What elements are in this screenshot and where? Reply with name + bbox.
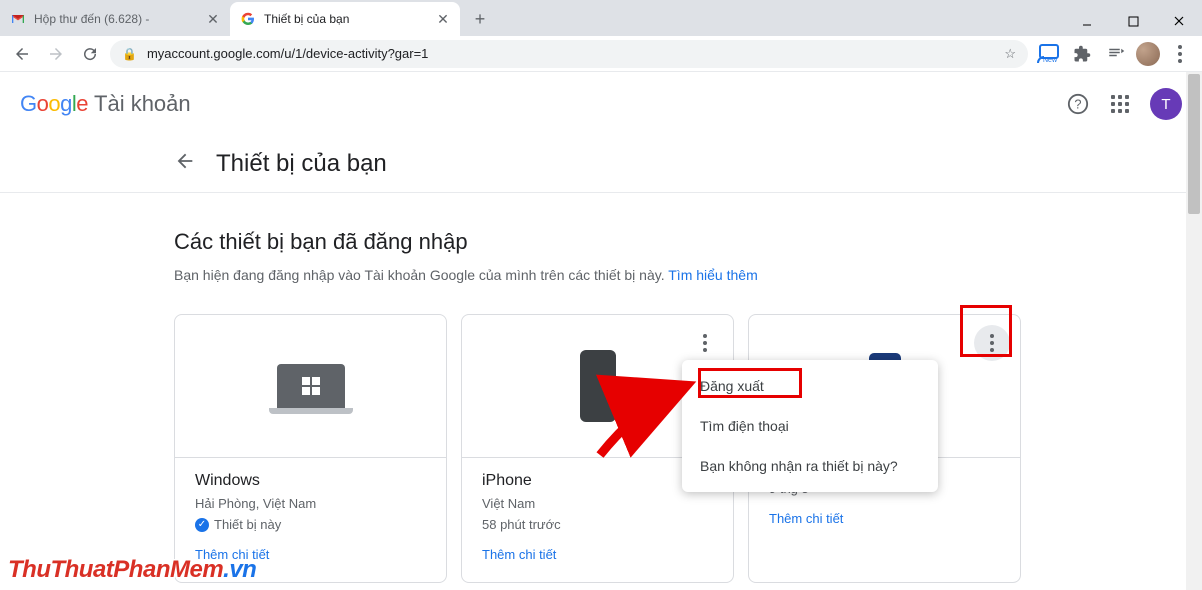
tab-title: Hộp thư đến (6.628) - xyxy=(34,12,198,26)
product-name: Tài khoản xyxy=(94,91,191,117)
google-logo[interactable]: Google xyxy=(20,91,88,117)
device-menu-button[interactable] xyxy=(974,325,1010,361)
new-tab-button[interactable]: + xyxy=(466,5,494,33)
svg-text:?: ? xyxy=(1074,97,1081,112)
menu-item-not-recognize[interactable]: Bạn không nhận ra thiết bị này? xyxy=(682,446,938,486)
page-title-row: Thiết bị của bạn xyxy=(0,136,1202,193)
profile-avatar[interactable] xyxy=(1136,42,1160,66)
address-bar: 🔒 myaccount.google.com/u/1/device-activi… xyxy=(0,36,1202,72)
minimize-button[interactable] xyxy=(1064,6,1110,36)
check-icon: ✓ xyxy=(195,518,209,532)
browser-titlebar: Hộp thư đến (6.628) - ✕ Thiết bị của bạn… xyxy=(0,0,1202,36)
account-avatar[interactable]: T xyxy=(1150,88,1182,120)
device-name: Windows xyxy=(195,472,426,490)
tab-title: Thiết bị của bạn xyxy=(264,12,428,26)
this-device-badge: ✓ Thiết bị này xyxy=(195,516,426,534)
close-icon[interactable]: ✕ xyxy=(206,12,220,26)
device-action-menu: Đăng xuất Tìm điện thoại Bạn không nhận … xyxy=(682,360,938,492)
chrome-menu-icon[interactable] xyxy=(1166,40,1194,68)
page-title: Thiết bị của bạn xyxy=(216,150,387,178)
iphone-icon xyxy=(580,350,616,422)
back-arrow-icon[interactable] xyxy=(174,150,196,178)
url-text: myaccount.google.com/u/1/device-activity… xyxy=(147,46,994,61)
scrollbar-thumb[interactable] xyxy=(1188,74,1200,214)
section-title: Các thiết bị bạn đã đăng nhập xyxy=(174,229,1012,255)
google-g-icon xyxy=(240,11,256,27)
forward-button[interactable] xyxy=(42,40,70,68)
omnibox[interactable]: 🔒 myaccount.google.com/u/1/device-activi… xyxy=(110,40,1028,68)
tab-devices[interactable]: Thiết bị của bạn ✕ xyxy=(230,2,460,36)
ga-header: Google Tài khoản ? T xyxy=(0,72,1202,136)
device-menu-button[interactable] xyxy=(687,325,723,361)
reading-list-icon[interactable] xyxy=(1102,40,1130,68)
device-location: Việt Nam xyxy=(482,495,713,513)
svg-text:New: New xyxy=(1043,57,1058,64)
device-last-active: 58 phút trước xyxy=(482,516,713,534)
maximize-button[interactable] xyxy=(1110,6,1156,36)
learn-more-link[interactable]: Tìm hiểu thêm xyxy=(668,267,757,283)
device-location: Hải Phòng, Việt Nam xyxy=(195,495,426,513)
device-name: iPhone xyxy=(482,472,713,490)
laptop-icon xyxy=(277,364,345,408)
bookmark-star-icon[interactable]: ☆ xyxy=(1004,46,1016,62)
tab-gmail[interactable]: Hộp thư đến (6.628) - ✕ xyxy=(0,2,230,36)
device-illustration xyxy=(175,315,446,457)
window-controls xyxy=(1064,6,1202,36)
watermark: ThuThuatPhanMem.vn ThuThuatPhanMem.vn xyxy=(8,556,256,584)
help-icon[interactable]: ? xyxy=(1066,92,1090,116)
cast-extension-icon[interactable]: New xyxy=(1034,40,1062,68)
reload-button[interactable] xyxy=(76,40,104,68)
close-window-button[interactable] xyxy=(1156,6,1202,36)
back-button[interactable] xyxy=(8,40,36,68)
lock-icon: 🔒 xyxy=(122,47,137,61)
section-subtitle: Bạn hiện đang đăng nhập vào Tài khoản Go… xyxy=(174,265,1012,286)
gmail-icon xyxy=(10,11,26,27)
extensions-icon[interactable] xyxy=(1068,40,1096,68)
close-icon[interactable]: ✕ xyxy=(436,12,450,26)
menu-item-sign-out[interactable]: Đăng xuất xyxy=(682,366,938,406)
apps-grid-icon[interactable] xyxy=(1108,92,1132,116)
menu-item-find-phone[interactable]: Tìm điện thoại xyxy=(682,406,938,446)
more-details-link[interactable]: Thêm chi tiết xyxy=(769,511,1000,526)
device-card-windows[interactable]: Windows Hải Phòng, Việt Nam ✓ Thiết bị n… xyxy=(174,314,447,583)
more-details-link[interactable]: Thêm chi tiết xyxy=(482,547,713,562)
